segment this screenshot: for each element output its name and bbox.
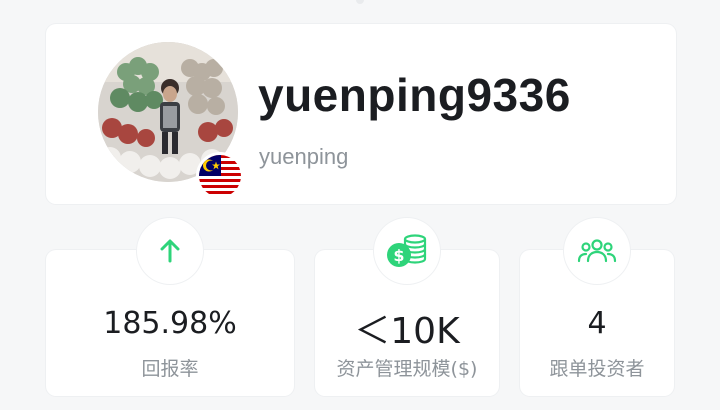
coin-stack-icon: $ [374, 218, 440, 284]
username: yuenping9336 [258, 69, 571, 121]
return-rate-label: 回报率 [141, 358, 199, 380]
top-handle [356, 0, 364, 4]
avatar-container[interactable] [98, 42, 244, 200]
return-rate-value: 185.98% [103, 306, 237, 341]
investors-label: 跟单投资者 [549, 358, 645, 380]
svg-text:$: $ [393, 246, 404, 265]
investors-value: 4 [587, 306, 607, 341]
aum-value: ＜10K [354, 311, 460, 352]
user-handle: yuenping [259, 144, 349, 169]
profile-card: yuenping9336 yuenping [46, 24, 676, 204]
arrow-up-icon [137, 218, 203, 284]
aum-label: 资产管理规模($) [336, 358, 478, 380]
malaysia-flag-icon [196, 152, 244, 200]
people-group-icon [564, 218, 630, 284]
